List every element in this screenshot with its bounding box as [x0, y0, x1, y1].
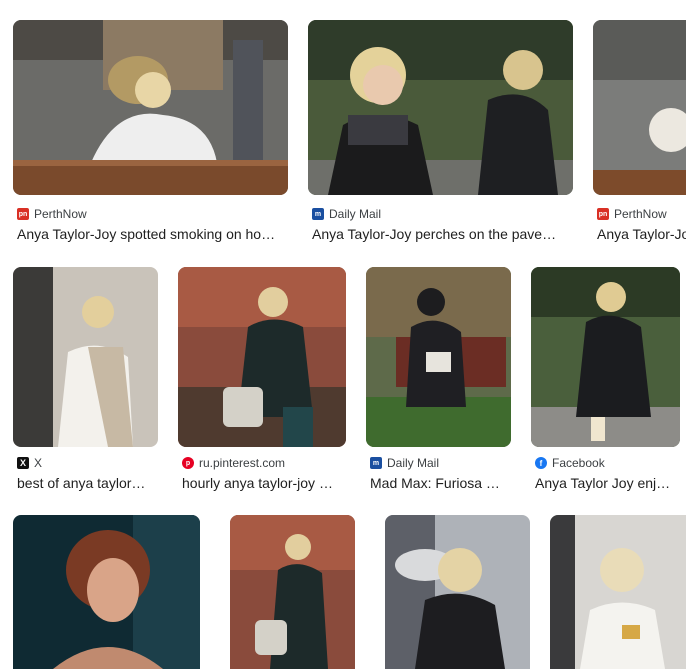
result-thumbnail[interactable] [13, 267, 158, 447]
source-label: Facebook [552, 456, 605, 470]
image-thumbnail [13, 20, 288, 195]
result-title[interactable]: Anya Taylor-Joy perches on the pave… [312, 226, 570, 242]
image-thumbnail [308, 20, 573, 195]
dailymail-icon: m [370, 457, 382, 469]
result-source[interactable]: pn PerthNow [597, 207, 667, 221]
result-title[interactable]: best of anya taylor… [17, 475, 157, 491]
result-thumbnail[interactable] [13, 20, 288, 195]
pinterest-icon: p [182, 457, 194, 469]
result-thumbnail[interactable] [308, 20, 573, 195]
source-label: ru.pinterest.com [199, 456, 286, 470]
source-label: PerthNow [34, 207, 87, 221]
result-source[interactable]: p ru.pinterest.com [182, 456, 285, 470]
image-thumbnail [385, 515, 530, 669]
image-thumbnail [13, 515, 200, 669]
result-thumbnail[interactable] [531, 267, 680, 447]
facebook-icon: f [535, 457, 547, 469]
source-label: X [34, 456, 43, 470]
result-source[interactable]: X X [17, 456, 42, 470]
image-thumbnail [593, 20, 686, 195]
image-thumbnail [230, 515, 355, 669]
result-title[interactable]: Anya Taylor-Joy spotted smoking on ho… [17, 226, 289, 242]
x-icon: X [17, 457, 29, 469]
result-thumbnail[interactable] [593, 20, 686, 195]
image-thumbnail [531, 267, 680, 447]
perthnow-icon: pn [17, 208, 29, 220]
result-source[interactable]: f Facebook [535, 456, 605, 470]
dailymail-icon: m [312, 208, 324, 220]
result-thumbnail[interactable] [13, 515, 200, 669]
result-source[interactable]: m Daily Mail [312, 207, 381, 221]
result-source[interactable]: pn PerthNow [17, 207, 87, 221]
result-source[interactable]: m Daily Mail [370, 456, 439, 470]
source-label: PerthNow [614, 207, 667, 221]
result-thumbnail[interactable] [385, 515, 530, 669]
result-thumbnail[interactable] [230, 515, 355, 669]
result-thumbnail[interactable] [550, 515, 686, 669]
result-title[interactable]: Mad Max: Furiosa … [370, 475, 510, 491]
result-title[interactable]: Anya Taylor Joy enj… [535, 475, 680, 491]
source-label: Daily Mail [329, 207, 382, 221]
result-title[interactable]: hourly anya taylor-joy … [182, 475, 345, 491]
result-title[interactable]: Anya Taylor-Jo [597, 226, 686, 242]
image-thumbnail [178, 267, 346, 447]
source-label: Daily Mail [387, 456, 440, 470]
perthnow-icon: pn [597, 208, 609, 220]
image-thumbnail [550, 515, 686, 669]
result-thumbnail[interactable] [178, 267, 346, 447]
image-thumbnail [13, 267, 158, 447]
image-thumbnail [366, 267, 511, 447]
result-thumbnail[interactable] [366, 267, 511, 447]
